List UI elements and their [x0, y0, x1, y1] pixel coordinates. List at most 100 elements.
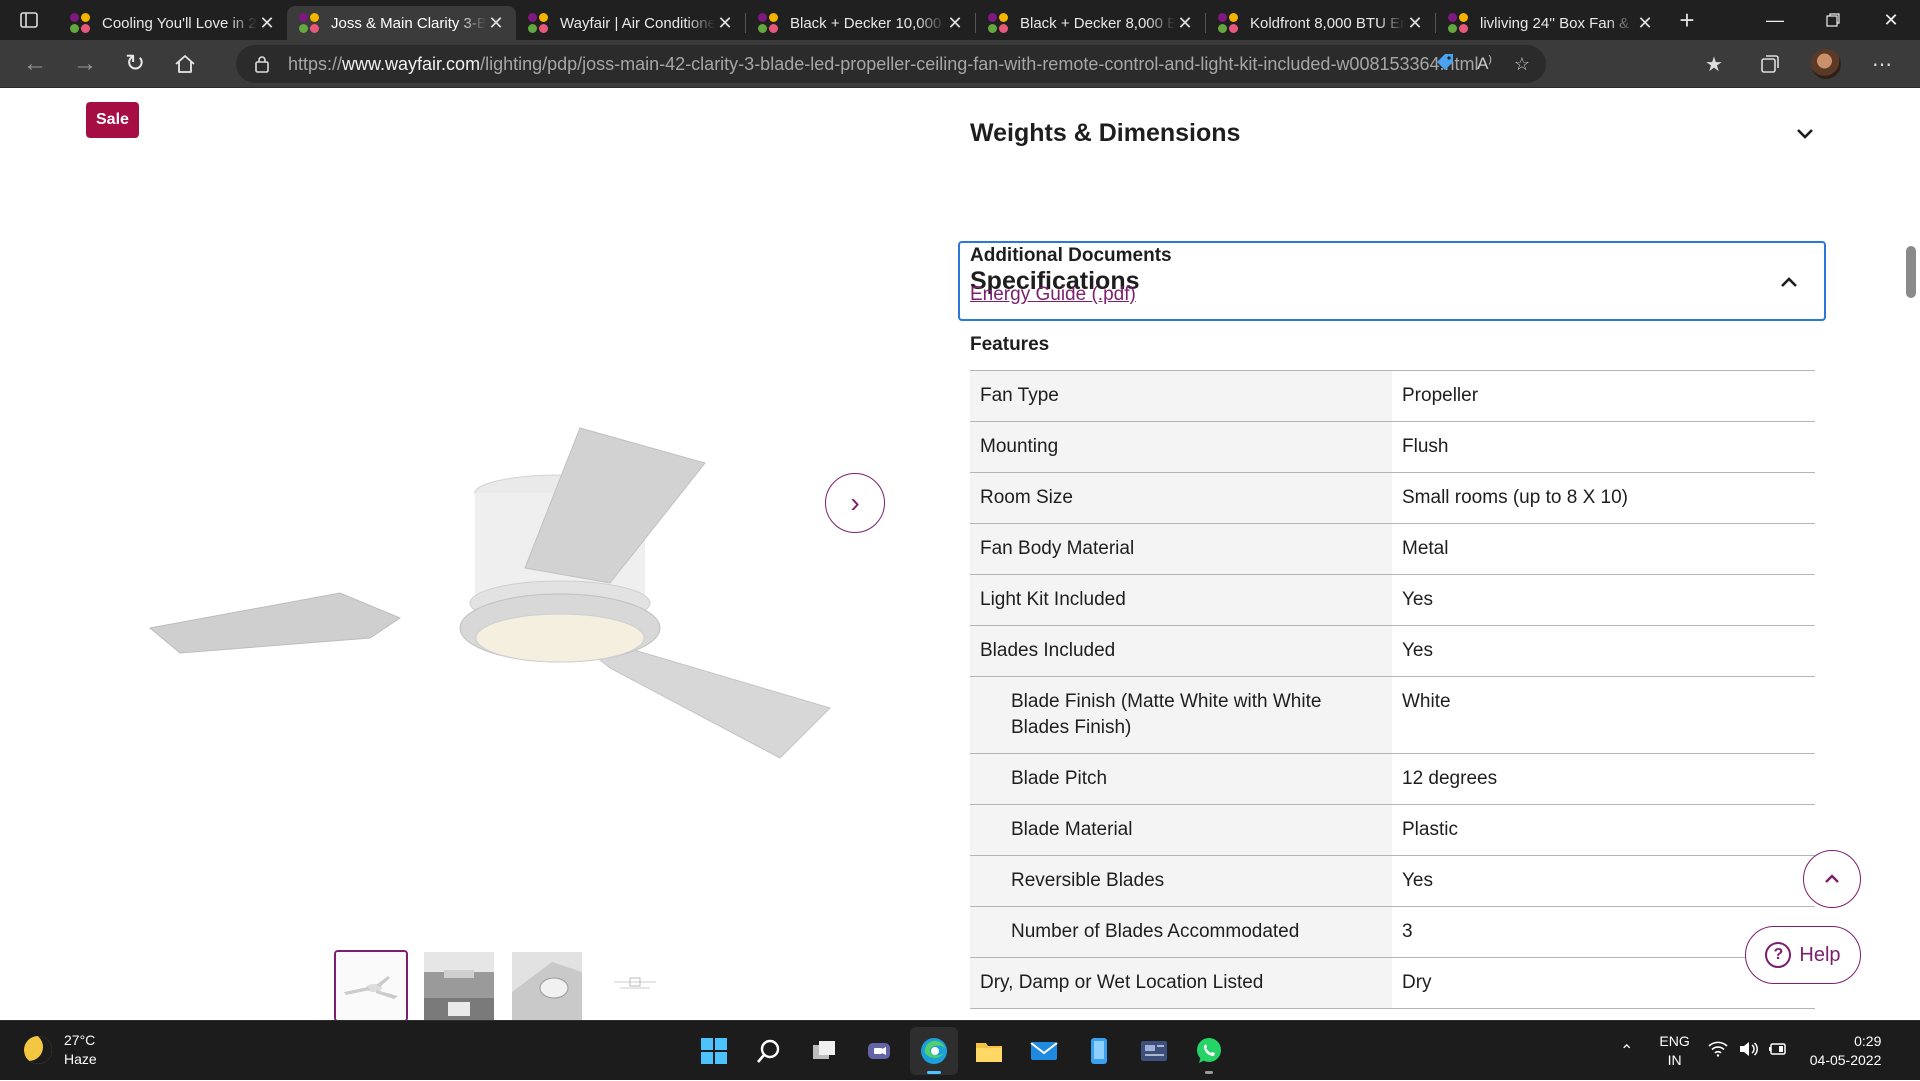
battery-icon[interactable] — [1768, 1041, 1788, 1062]
thumbnail-4[interactable] — [598, 950, 672, 1020]
help-button[interactable]: ? Help — [1745, 926, 1861, 984]
scrollbar-thumb[interactable] — [1906, 246, 1916, 298]
feature-value: Metal — [1402, 538, 1449, 559]
thumbnail-1[interactable] — [334, 950, 408, 1020]
feature-name: Number of Blades Accommodated — [970, 907, 1392, 957]
lock-icon[interactable] — [254, 55, 270, 73]
settings-menu-icon[interactable]: ⋯ — [1858, 44, 1906, 84]
feature-name: Light Kit Included — [970, 575, 1392, 625]
close-tab-icon[interactable]: ✕ — [1635, 13, 1655, 34]
refresh-icon[interactable]: ↻ — [110, 44, 160, 84]
restore-icon[interactable] — [1804, 0, 1862, 40]
close-tab-icon[interactable]: ✕ — [257, 13, 277, 34]
time: 0:29 — [1854, 1033, 1882, 1049]
feature-value: Propeller — [1402, 385, 1479, 406]
home-icon[interactable] — [160, 44, 210, 84]
close-window-icon[interactable]: ✕ — [1862, 0, 1920, 40]
close-tab-icon[interactable]: ✕ — [1405, 13, 1425, 34]
edge-browser-icon[interactable] — [910, 1027, 958, 1075]
whatsapp-icon[interactable] — [1185, 1027, 1233, 1075]
wifi-icon[interactable] — [1708, 1041, 1728, 1062]
tab-title: livliving 24'' Box Fan & Cooler — [1480, 14, 1635, 32]
next-image-button[interactable]: › — [825, 473, 885, 533]
task-view-icon[interactable] — [800, 1027, 848, 1075]
profile-avatar[interactable] — [1802, 44, 1850, 84]
feature-name: Blade Pitch — [970, 754, 1392, 804]
weights-dimensions-accordion[interactable]: Weights & Dimensions — [958, 102, 1826, 164]
table-row: Blade Finish (Matte White with White Bla… — [970, 677, 1815, 754]
browser-tab[interactable]: Black + Decker 8,000 BTU✕ — [976, 6, 1205, 40]
forward-icon[interactable]: → — [60, 44, 110, 84]
tab-actions-icon[interactable] — [0, 0, 58, 40]
features-label: Features — [970, 334, 1050, 355]
wayfair-favicon-icon — [299, 13, 319, 33]
table-row: Number of Blades Accommodated 3 — [970, 907, 1815, 958]
tab-title: Black + Decker 8,000 BTU — [1020, 14, 1175, 32]
feature-value: Yes — [1402, 870, 1433, 891]
news-app-icon[interactable] — [1130, 1027, 1178, 1075]
clock[interactable]: 0:29 04-05-2022 — [1810, 1032, 1882, 1070]
system-tray: ⌃ ENG IN 0:29 04-05-2022 — [1620, 1021, 1881, 1081]
feature-value: Plastic — [1402, 819, 1458, 840]
close-tab-icon[interactable]: ✕ — [486, 13, 506, 34]
region-code: IN — [1667, 1052, 1682, 1068]
energy-guide-link[interactable]: Energy Guide (.pdf) — [970, 284, 1136, 306]
feature-name: Room Size — [970, 473, 1392, 523]
search-icon[interactable] — [745, 1027, 793, 1075]
weather-widget[interactable]: 27°C Haze — [24, 1031, 97, 1069]
phone-link-icon[interactable] — [1075, 1027, 1123, 1075]
start-icon[interactable] — [690, 1027, 738, 1075]
chevron-up-tray-icon[interactable]: ⌃ — [1620, 1041, 1633, 1061]
feature-name: Blades Included — [970, 626, 1392, 676]
thumbnail-2[interactable] — [422, 950, 496, 1020]
feature-name: Mounting — [970, 422, 1392, 472]
table-row: Dry, Damp or Wet Location Listed Dry — [970, 958, 1815, 1009]
table-row: Fan Body Material Metal — [970, 524, 1815, 575]
mail-icon[interactable] — [1020, 1027, 1068, 1075]
browser-tab[interactable]: Wayfair | Air Conditioners ✕ — [516, 6, 745, 40]
file-explorer-icon[interactable] — [965, 1027, 1013, 1075]
feature-name: Blade Finish (Matte White with White Bla… — [970, 677, 1392, 753]
coupon-tag-icon[interactable] — [1435, 52, 1455, 77]
teams-chat-icon[interactable] — [855, 1027, 903, 1075]
wayfair-favicon-icon — [70, 13, 90, 33]
feature-name: Blade Material — [970, 805, 1392, 855]
minimize-icon[interactable]: — — [1746, 0, 1804, 40]
table-row: Fan Type Propeller — [970, 371, 1815, 422]
browser-tab[interactable]: Joss & Main Clarity 3-Blade✕ — [287, 6, 516, 40]
url-text[interactable]: https://www.wayfair.com/lighting/pdp/jos… — [288, 54, 1479, 75]
browser-tab[interactable]: livliving 24'' Box Fan & Cooler✕ — [1436, 6, 1665, 40]
product-image[interactable] — [140, 328, 880, 778]
browser-toolbar: ← → ↻ https://www.wayfair.com/lighting/p… — [0, 40, 1920, 88]
browser-tab[interactable]: Black + Decker 10,000 BTU✕ — [746, 6, 975, 40]
new-tab-button[interactable]: + — [1665, 0, 1709, 40]
chevron-down-icon — [1796, 120, 1814, 146]
browser-tab[interactable]: Cooling You'll Love in 2022✕ — [58, 6, 287, 40]
weights-heading: Weights & Dimensions — [970, 118, 1241, 147]
table-row: Room Size Small rooms (up to 8 X 10) — [970, 473, 1815, 524]
tab-title: Black + Decker 10,000 BTU — [790, 14, 945, 32]
back-icon[interactable]: ← — [10, 44, 60, 84]
features-table: Fan Type Propeller Mounting Flush Room Size S… — [970, 370, 1815, 1009]
close-tab-icon[interactable]: ✕ — [715, 13, 735, 34]
read-aloud-icon[interactable]: A) — [1477, 54, 1492, 74]
thumbnail-3[interactable] — [510, 950, 584, 1020]
avatar[interactable] — [1811, 49, 1841, 79]
table-row: Blade Pitch 12 degrees — [970, 754, 1815, 805]
close-tab-icon[interactable]: ✕ — [945, 13, 965, 34]
help-label: Help — [1799, 943, 1841, 966]
collections-icon[interactable] — [1746, 44, 1794, 84]
volume-icon[interactable] — [1738, 1041, 1758, 1062]
close-tab-icon[interactable]: ✕ — [1175, 13, 1195, 34]
feature-name: Fan Body Material — [970, 524, 1392, 574]
tab-title: Koldfront 8,000 BTU Energy — [1250, 14, 1405, 32]
wayfair-favicon-icon — [1218, 13, 1238, 33]
favorite-star-icon[interactable]: ☆ — [1514, 54, 1530, 75]
page-scrollbar[interactable] — [1902, 88, 1920, 1020]
favorites-icon[interactable]: ★ — [1690, 44, 1738, 84]
scroll-to-top-button[interactable] — [1803, 850, 1861, 908]
wayfair-favicon-icon — [1448, 13, 1468, 33]
language-indicator[interactable]: ENG IN — [1659, 1032, 1689, 1070]
address-bar[interactable]: https://www.wayfair.com/lighting/pdp/jos… — [236, 45, 1546, 83]
browser-tab[interactable]: Koldfront 8,000 BTU Energy✕ — [1206, 6, 1435, 40]
